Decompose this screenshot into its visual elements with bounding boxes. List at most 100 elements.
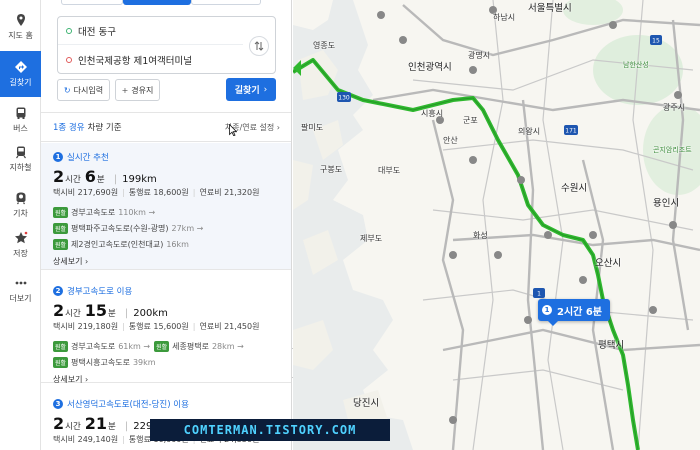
map-label-namhansan: 남한산성 xyxy=(623,61,649,69)
origin-dot-icon xyxy=(66,27,72,34)
refresh-icon: ↻ xyxy=(63,85,71,95)
vehicle-criteria-suffix: 차량 기준 xyxy=(87,123,122,133)
route-input-box: 대전 동구 인천국제공항 제1여객터미널 xyxy=(57,16,276,74)
origin-field[interactable]: 대전 동구 xyxy=(58,17,243,45)
via-label: 경유지 xyxy=(131,85,154,95)
route-title: 2 경부고속도로 이용 xyxy=(53,285,280,297)
map-label-yeongjong: 영종도 xyxy=(313,41,336,50)
route-time-tooltip[interactable]: 1 2시간 6분 xyxy=(538,299,610,326)
road-segment: 원활 평택파주고속도로(수원-광명) 27km → xyxy=(53,222,204,234)
chevron-right-icon: › xyxy=(263,84,268,95)
svg-text:1: 1 xyxy=(537,291,541,298)
star-icon xyxy=(14,231,27,244)
map-view[interactable]: 130 171 1 15 서울특별시 인천광역시 광명시 영종도 하남시 광주시… xyxy=(293,0,700,450)
route-duration: 2 시간 6분 | 199km xyxy=(53,167,157,186)
rail-item-directions[interactable]: 길찾기 xyxy=(0,51,41,97)
map-pin-icon xyxy=(16,14,25,26)
map-label-gwangmyeong: 광명시 xyxy=(468,51,491,60)
search-route-button[interactable]: 길찾기 › xyxy=(226,78,276,101)
route-detail-link[interactable]: 상세보기 › xyxy=(53,374,280,386)
road-segment: 원활 경부고속도로 110km → xyxy=(53,206,156,218)
route-label: 경부고속도로 이용 xyxy=(67,287,133,297)
map-label-siheung: 시흥시 xyxy=(421,109,444,118)
rail-label: 길찾기 xyxy=(9,78,32,87)
rail-label: 저장 xyxy=(13,249,28,258)
more-icon xyxy=(15,281,26,285)
map-label-seoul: 서울특별시 xyxy=(528,3,572,14)
rail-label: 기차 xyxy=(13,209,28,218)
map-label-gwangju: 광주시 xyxy=(663,103,686,112)
svg-text:130: 130 xyxy=(338,95,350,102)
map-label-gonjiam: 곤지암리조트 xyxy=(653,146,692,154)
add-waypoint-button[interactable]: + 경유지 xyxy=(115,79,160,101)
reset-label: 다시입력 xyxy=(73,85,104,95)
swap-button[interactable] xyxy=(249,36,269,56)
map-label-dangjin: 당진시 xyxy=(353,398,380,409)
swap-icon xyxy=(254,41,264,51)
search-label: 길찾기 xyxy=(234,86,260,96)
bus-icon xyxy=(16,107,25,119)
map-label-gudok: 구봉도 xyxy=(320,165,343,174)
map-label-hanam: 하남시 xyxy=(493,13,516,22)
rail-label: 더보기 xyxy=(9,294,32,303)
vehicle-type[interactable]: 1종 경유 xyxy=(53,121,85,133)
map-label-hwaseong: 화성 xyxy=(473,231,488,240)
route-label: 실시간 추천 xyxy=(67,153,109,163)
map-label-ansan: 안산 xyxy=(443,136,458,145)
route-duration: 2 시간 15 분 | 200km xyxy=(53,301,168,320)
rail-item-map-home[interactable]: 지도 홈 xyxy=(0,4,41,50)
road-segment: 원활 평택시흥고속도로 39km xyxy=(53,356,156,368)
map-label-yongin: 용인시 xyxy=(653,198,680,209)
rail-item-more[interactable]: 더보기 xyxy=(0,267,41,313)
route-distance: 200km xyxy=(133,308,168,319)
map-label-uiwang: 의왕시 xyxy=(518,127,541,136)
route-number-badge: 1 xyxy=(53,152,63,162)
rail-item-subway[interactable]: 지하철 xyxy=(0,136,41,182)
vehicle-criteria-bar: 1종 경유 차량 기준 차종/연료 설정 › xyxy=(41,112,291,142)
map-label-palmido: 팔미도 xyxy=(301,123,324,132)
route-option-2[interactable]: 2 경부고속도로 이용 2 시간 15 분 | 200km 택시비 219,180원 |… xyxy=(41,277,291,386)
road-segment: 원활 제2경인고속도로(인천대교) 16km xyxy=(53,238,189,250)
directions-panel: 대전 동구 인천국제공항 제1여객터미널 ↻ 다시입력 + 경유지 길찾기 › … xyxy=(41,0,292,450)
map-label-osan: 오산시 xyxy=(595,258,622,269)
route-number-badge: 2 xyxy=(53,286,63,296)
directions-icon xyxy=(14,61,27,73)
subway-icon xyxy=(15,146,26,159)
rail-label: 버스 xyxy=(13,124,28,133)
reset-button[interactable]: ↻ 다시입력 xyxy=(57,79,110,101)
map-label-jebudo: 제부도 xyxy=(360,234,383,243)
rail-label: 지도 홈 xyxy=(8,31,33,40)
mode-tab[interactable] xyxy=(191,0,261,5)
route-detail-link[interactable]: 상세보기 › xyxy=(53,256,280,268)
mode-tab-car[interactable] xyxy=(123,0,191,5)
left-rail: 지도 홈 길찾기 버스 지하철 기차 저장 더보기 xyxy=(0,0,41,450)
road-segment: 원활 경부고속도로 61km → 원활 세종평택로 28km → xyxy=(53,340,244,352)
route-fees: 택시비 219,180원 | 통행료 15,600원 | 연료비 21,450원 xyxy=(53,322,260,331)
mode-tab[interactable] xyxy=(61,0,123,5)
route-title: 1 실시간 추천 xyxy=(53,151,280,163)
transport-mode-tabs xyxy=(61,0,261,5)
destination-field[interactable]: 인천국제공항 제1여객터미널 xyxy=(58,46,243,74)
map-label-suwon: 수원시 xyxy=(561,183,588,194)
route-label: 서산영덕고속도로(대전-당진) 이용 xyxy=(67,400,189,410)
train-icon xyxy=(16,192,25,205)
plus-icon: + xyxy=(121,85,129,95)
mouse-cursor-icon xyxy=(229,124,237,136)
route-number-badge: 1 xyxy=(542,305,552,315)
origin-value: 대전 동구 xyxy=(78,26,116,38)
rail-item-saved[interactable]: 저장 xyxy=(0,222,41,268)
map-label-daebudo: 대부도 xyxy=(378,166,401,175)
svg-text:171: 171 xyxy=(565,128,577,135)
watermark: COMTERMAN.TISTORY.COM xyxy=(150,419,390,441)
route-number-badge: 3 xyxy=(53,399,63,409)
map-label-pyeongtaek: 평택시 xyxy=(598,340,625,351)
route-option-1[interactable]: 1 실시간 추천 2 시간 6분 | 199km 택시비 217,690원 | 통행료 … xyxy=(41,143,291,270)
destination-dot-icon xyxy=(66,57,72,63)
route-tooltip-time: 2시간 6분 xyxy=(557,306,602,318)
route-fees: 택시비 217,690원 | 통행료 18,600원 | 연료비 21,320원 xyxy=(53,188,260,197)
svg-text:15: 15 xyxy=(652,38,660,45)
map-label-gunpo: 군포 xyxy=(463,116,478,125)
map-label-incheon: 인천광역시 xyxy=(408,62,452,73)
route-distance: 199km xyxy=(122,174,157,185)
rail-label: 지하철 xyxy=(9,163,32,172)
